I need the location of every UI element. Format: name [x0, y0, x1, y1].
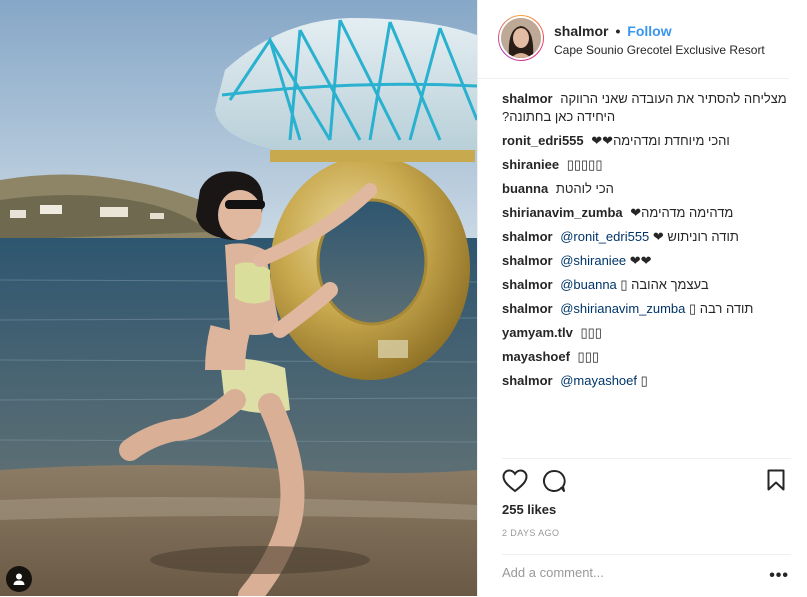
comment-item: shalmor @shiraniee ❤❤ [502, 252, 791, 270]
comment-text: ▯ [640, 373, 648, 388]
heart-icon [502, 469, 528, 493]
comment-text: ❤❤ [629, 253, 652, 268]
comment-username[interactable]: shalmor [502, 229, 553, 244]
comment-text: ▯▯▯ [580, 325, 602, 340]
comment-item: shalmor @shirianavim_zumba תודה רבה ▯ [502, 300, 791, 318]
avatar-image [499, 16, 543, 60]
comment-mention[interactable]: @shirianavim_zumba [560, 301, 685, 316]
more-options-button[interactable]: ••• [769, 567, 789, 585]
comment-mention[interactable]: @shiraniee [560, 253, 626, 268]
header-separator: • [615, 23, 621, 39]
comment-item: shirianavim_zumba מדהימה מדהימה❤ [502, 204, 791, 222]
comment-item: ronit_edri555 והכי מיוחדת ומדהימה❤❤ [502, 132, 791, 150]
comment-text: תודה רוניתוש ❤ [652, 229, 739, 244]
comment-text: הכי לוהטת [555, 181, 614, 196]
comment-mention[interactable]: @ronit_edri555 [560, 229, 649, 244]
likes-count[interactable]: 255 likes [502, 502, 556, 517]
comment-item: shiraniee ▯▯▯▯▯ [502, 156, 791, 174]
comment-mention[interactable]: @mayashoef [560, 373, 637, 388]
comment-username[interactable]: shalmor [502, 373, 553, 388]
user-tags-button[interactable] [6, 566, 32, 592]
person-icon [13, 573, 25, 585]
comment-mention[interactable]: @buanna [560, 277, 617, 292]
comment-username[interactable]: shiraniee [502, 157, 559, 172]
post-sidebar: shalmor • Follow Cape Sounio Grecotel Exc… [477, 0, 807, 596]
header-username[interactable]: shalmor [554, 23, 608, 39]
save-button[interactable] [767, 469, 785, 496]
comment-item: shalmor @mayashoef ▯ [502, 372, 791, 390]
comment-text: ▯▯▯ [577, 349, 600, 364]
comment-username[interactable]: yamyam.tlv [502, 325, 573, 340]
header-line: shalmor • Follow [554, 23, 672, 39]
comment-button[interactable] [542, 469, 566, 498]
post-photo[interactable] [0, 0, 477, 596]
post-header: shalmor • Follow Cape Sounio Grecotel Exc… [478, 0, 789, 79]
comment-item: shalmor @buanna בעצמך אהובה ▯ [502, 276, 791, 294]
comment-text: מדהימה מדהימה❤ [630, 205, 734, 220]
comment-username[interactable]: shirianavim_zumba [502, 205, 623, 220]
comment-item: buanna הכי לוהטת [502, 180, 791, 198]
comment-item: mayashoef ▯▯▯ [502, 348, 791, 366]
comment-item: yamyam.tlv ▯▯▯ [502, 324, 791, 342]
comment-text: והכי מיוחדת ומדהימה❤❤ [591, 133, 730, 148]
caption-username[interactable]: shalmor [502, 91, 553, 106]
bookmark-icon [767, 469, 785, 491]
comment-username[interactable]: mayashoef [502, 349, 570, 364]
add-comment-input[interactable] [502, 565, 732, 580]
beach-photo [0, 0, 477, 596]
comment-username[interactable]: buanna [502, 181, 548, 196]
comment-bubble-icon [543, 470, 566, 492]
comments-list: shalmor מצליחה להסתיר את העובדה שאני הרו… [502, 90, 791, 396]
comment-username[interactable]: shalmor [502, 301, 553, 316]
comment-username[interactable]: shalmor [502, 277, 553, 292]
post-modal: shalmor • Follow Cape Sounio Grecotel Exc… [0, 0, 807, 596]
comment-item: shalmor @ronit_edri555 תודה רוניתוש ❤ [502, 228, 791, 246]
comment-text: תודה רבה ▯ [689, 301, 754, 316]
comment-username[interactable]: shalmor [502, 253, 553, 268]
comment-text: בעצמך אהובה ▯ [620, 277, 709, 292]
follow-button[interactable]: Follow [627, 23, 671, 39]
profile-avatar[interactable] [498, 15, 544, 61]
comment-text: ▯▯▯▯▯ [566, 157, 603, 172]
like-button[interactable] [502, 469, 528, 498]
add-comment-section: ••• [502, 554, 791, 597]
post-timestamp[interactable]: 2 DAYS AGO [502, 528, 559, 538]
location-link[interactable]: Cape Sounio Grecotel Exclusive Resort [554, 43, 765, 57]
comment-username[interactable]: ronit_edri555 [502, 133, 584, 148]
action-bar [502, 458, 791, 493]
caption: shalmor מצליחה להסתיר את העובדה שאני הרו… [502, 90, 791, 126]
